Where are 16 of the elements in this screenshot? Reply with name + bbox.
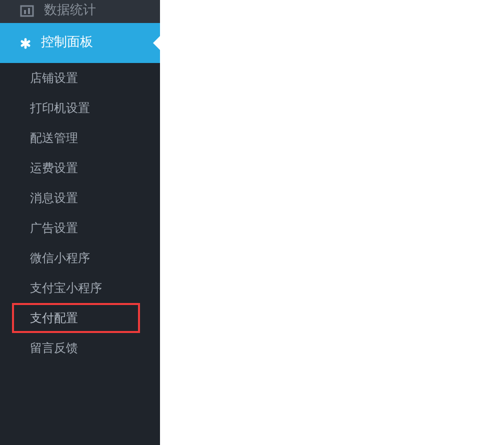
chart-icon (20, 4, 34, 16)
submenu-item[interactable]: 广告设置 (12, 213, 140, 243)
submenu-item[interactable]: 留言反馈 (12, 333, 140, 363)
submenu-item[interactable]: 运费设置 (12, 153, 140, 183)
submenu-item[interactable]: 支付宝小程序 (12, 273, 140, 303)
submenu-item[interactable]: 消息设置 (12, 183, 140, 213)
menu-label: 数据统计 (44, 2, 96, 20)
menu-item[interactable]: 数据统计 (0, 0, 160, 23)
submenu-item[interactable]: 店铺设置 (12, 63, 140, 93)
submenu-item[interactable]: 支付配置 (12, 303, 140, 333)
submenu-item[interactable]: 微信小程序 (12, 243, 140, 273)
menu-label: 控制面板 (41, 34, 93, 52)
submenu-item[interactable]: 配送管理 (12, 123, 140, 153)
asterisk-icon (20, 38, 31, 48)
submenu-item[interactable]: 打印机设置 (12, 93, 140, 123)
caret-icon (153, 36, 160, 50)
